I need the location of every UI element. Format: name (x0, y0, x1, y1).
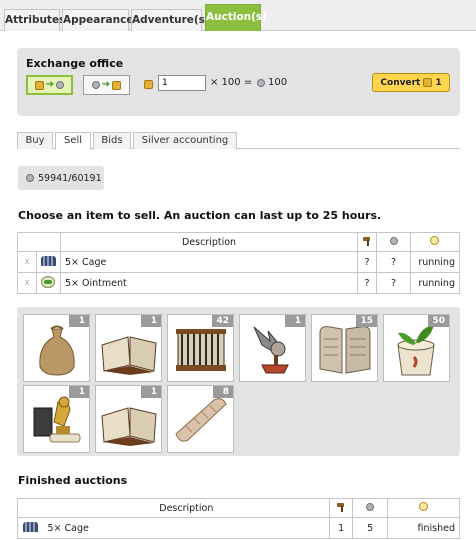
convert-amount: 1 (435, 77, 442, 88)
bid-hammer-icon (336, 502, 346, 512)
table-row: 5× Cage 1 5 finished (17, 517, 460, 539)
auction-status: running (409, 272, 461, 294)
inventory-item-eagle-statue[interactable]: 1 (23, 385, 90, 453)
table-header-row: Description (17, 232, 461, 252)
tab-sell[interactable]: Sell (55, 132, 91, 150)
sell-heading: Choose an item to sell. An auction can l… (18, 209, 382, 222)
delete-auction-button[interactable]: x (17, 251, 37, 273)
silver-balance: 59941/60191 (38, 172, 102, 184)
tab-auctions[interactable]: Auction(s) (205, 4, 267, 31)
table-header-row: Description (17, 498, 460, 518)
silver-coin-icon (56, 81, 65, 89)
exchange-office-panel: Exchange office ➔ ➔ × 100 = 100 Convert … (17, 48, 460, 116)
auction-silver: ? (376, 272, 411, 294)
silver-coin-icon (91, 81, 100, 89)
auction-bid: ? (357, 272, 378, 294)
table-row: x 5× Cage ? ? running (17, 251, 461, 273)
gold-to-silver-button[interactable]: ➔ (26, 75, 73, 95)
silver-to-gold-button[interactable]: ➔ (83, 75, 130, 95)
item-quantity: 8 (213, 386, 233, 398)
silver-coin-icon (26, 174, 34, 182)
tab-attributes[interactable]: Attributes (4, 9, 65, 31)
item-quantity: 1 (69, 386, 89, 398)
description-header: Description (43, 498, 331, 518)
finished-auctions-table: Description 5× Cage 1 5 finished (17, 498, 460, 539)
auction-sub-tabs: Buy Sell Bids Silver accounting (17, 132, 460, 150)
delete-auction-button[interactable]: x (17, 272, 37, 294)
inventory-item-ointment[interactable]: 50 (383, 314, 450, 382)
tab-appearance[interactable]: Appearance (62, 9, 133, 31)
gold-coin-icon (34, 80, 44, 90)
clock-icon (430, 236, 440, 245)
exchange-result: 100 (268, 77, 288, 88)
tab-bids[interactable]: Bids (93, 132, 131, 149)
convert-label: Convert (380, 77, 421, 88)
inventory-item-bandage[interactable]: 8 (167, 385, 234, 453)
finished-bids: 1 (329, 517, 354, 539)
silver-coin-icon (389, 236, 398, 245)
auction-silver: ? (376, 251, 411, 273)
clock-icon (419, 502, 429, 511)
silver-coin-icon (366, 502, 375, 511)
item-quantity: 1 (285, 315, 305, 327)
item-quantity: 1 (141, 315, 161, 327)
cage-icon (40, 255, 56, 266)
finished-item-name: 5× Cage (43, 517, 331, 539)
gold-coin-icon (144, 80, 153, 89)
tab-buy[interactable]: Buy (17, 132, 53, 149)
gold-amount-input[interactable] (158, 75, 206, 91)
arrow-right-icon: ➔ (45, 79, 55, 90)
top-tab-bar: Attributes Appearance Adventure(s) Aucti… (0, 0, 476, 31)
finished-status: finished (387, 517, 460, 539)
silver-balance-badge: 59941/60191 (18, 166, 104, 190)
item-quantity: 1 (141, 386, 161, 398)
inventory-panel: 1 1 42 1 15 50 1 1 8 (17, 307, 460, 456)
tab-silver-accounting[interactable]: Silver accounting (133, 132, 237, 149)
finished-silver: 5 (352, 517, 389, 539)
inventory-item-book[interactable]: 1 (95, 314, 162, 382)
inventory-item-book[interactable]: 1 (95, 385, 162, 453)
ointment-icon (41, 275, 56, 288)
auction-bid: ? (357, 251, 378, 273)
description-header: Description (59, 232, 359, 252)
gold-coin-icon (112, 80, 122, 90)
silver-coin-icon (257, 79, 265, 87)
exchange-rate-text: × 100 = (210, 77, 253, 88)
inventory-item-cage[interactable]: 42 (167, 314, 234, 382)
arrow-right-icon: ➔ (101, 79, 111, 90)
item-quantity: 1 (69, 315, 89, 327)
inventory-item-sack[interactable]: 1 (23, 314, 90, 382)
cage-icon (23, 521, 39, 532)
convert-button[interactable]: Convert 1 (372, 73, 450, 92)
item-quantity: 15 (356, 315, 377, 327)
exchange-office-title: Exchange office (26, 57, 124, 70)
running-auctions-table: Description x 5× Cage ? ? running x 5× O… (17, 232, 461, 294)
auction-status: running (409, 251, 461, 273)
bid-hammer-icon (362, 236, 372, 246)
auction-item-name: 5× Ointment (59, 272, 359, 294)
inventory-item-stone-tablets[interactable]: 15 (311, 314, 378, 382)
tab-adventures[interactable]: Adventure(s) (131, 9, 210, 31)
inventory-item-bird-statue[interactable]: 1 (239, 314, 306, 382)
finished-auctions-heading: Finished auctions (18, 474, 128, 487)
gold-coin-icon (423, 78, 433, 87)
item-quantity: 42 (212, 315, 233, 327)
item-quantity: 50 (428, 315, 449, 327)
table-row: x 5× Ointment ? ? running (17, 272, 461, 294)
auction-item-name: 5× Cage (59, 251, 359, 273)
